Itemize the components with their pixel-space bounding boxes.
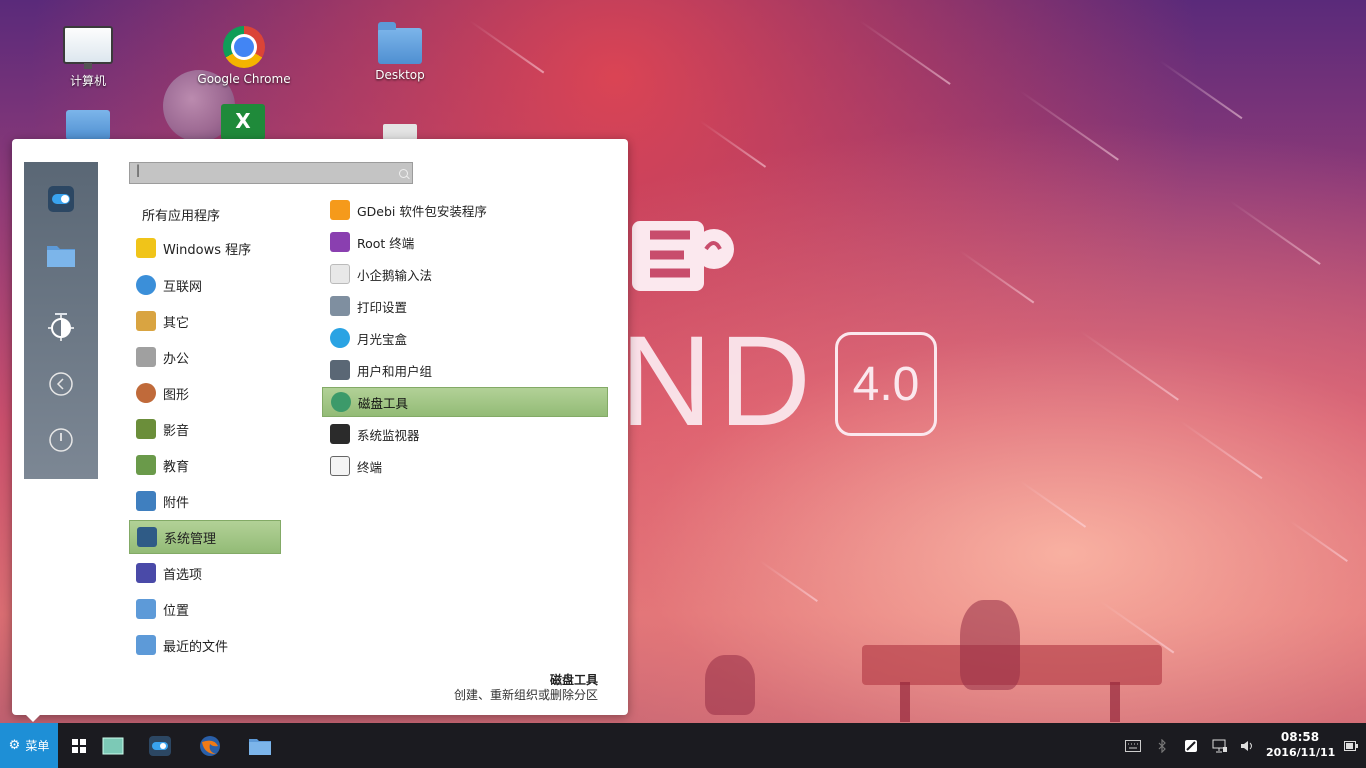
app-disk-utility[interactable]: 磁盘工具 xyxy=(322,387,608,417)
app-terminal[interactable]: 终端 xyxy=(322,451,608,481)
category-internet[interactable]: 互联网 xyxy=(129,268,281,302)
power-icon[interactable] xyxy=(46,425,76,455)
wine-icon xyxy=(136,238,156,258)
app-system-monitor[interactable]: 系统监视器 xyxy=(322,419,608,449)
places-icon xyxy=(136,599,156,619)
multimedia-icon xyxy=(136,419,156,439)
back-icon[interactable] xyxy=(46,369,76,399)
show-windows-icon[interactable] xyxy=(64,731,94,761)
users-icon xyxy=(330,360,350,380)
printer-icon xyxy=(330,296,350,316)
wallpaper-brand-text: ND xyxy=(620,310,817,453)
battery-icon[interactable] xyxy=(1342,737,1360,755)
nd-logo-icon xyxy=(632,221,734,291)
category-recent-files[interactable]: 最近的文件 xyxy=(129,628,281,662)
application-menu: | 所有应用程序 Windows 程序 互联网 其它 办公 图形 影音 教育 附… xyxy=(12,139,628,722)
category-preferences[interactable]: 首选项 xyxy=(129,556,281,590)
clock-date: 2016/11/11 xyxy=(1266,746,1336,759)
misc-icon xyxy=(136,311,156,331)
start-menu-button[interactable]: ⚙ 菜单 xyxy=(0,723,58,768)
folder-icon xyxy=(345,22,455,64)
accessories-icon xyxy=(136,491,156,511)
clock-time: 08:58 xyxy=(1280,730,1320,744)
system-settings-icon[interactable] xyxy=(46,184,76,214)
desktop-icon-desktop-folder[interactable]: Desktop xyxy=(345,22,455,82)
computer-icon xyxy=(33,26,143,69)
disk-icon xyxy=(331,392,351,412)
menu-search-input[interactable]: | xyxy=(129,162,413,184)
terminal-icon xyxy=(330,456,350,476)
education-icon xyxy=(136,455,156,475)
office-icon xyxy=(136,347,156,367)
system-admin-icon xyxy=(137,527,157,547)
keyboard-icon[interactable] xyxy=(1124,737,1142,755)
desktop-icon-chrome[interactable]: Google Chrome xyxy=(189,26,299,86)
volume-icon[interactable] xyxy=(1239,737,1257,755)
globe-icon xyxy=(136,275,156,295)
category-accessories[interactable]: 附件 xyxy=(129,484,281,518)
desktop-icon-computer[interactable]: 计算机 xyxy=(33,26,143,89)
app-users-groups[interactable]: 用户和用户组 xyxy=(322,355,608,385)
fcitx-icon xyxy=(330,264,350,284)
chrome-icon xyxy=(189,26,299,68)
menu-sidebar xyxy=(24,162,98,479)
network-icon[interactable] xyxy=(1211,737,1229,755)
category-other[interactable]: 其它 xyxy=(129,304,281,338)
system-monitor-icon xyxy=(330,424,350,444)
folder-icon[interactable] xyxy=(46,240,76,270)
home-folder-icon[interactable] xyxy=(66,110,110,140)
category-places[interactable]: 位置 xyxy=(129,592,281,626)
category-office[interactable]: 办公 xyxy=(129,340,281,374)
app-gdebi[interactable]: GDebi 软件包安装程序 xyxy=(322,195,608,225)
category-graphics[interactable]: 图形 xyxy=(129,376,281,410)
gdebi-icon xyxy=(330,200,350,220)
system-settings-taskbar-icon[interactable] xyxy=(145,731,175,761)
category-system-admin[interactable]: 系统管理 xyxy=(129,520,281,554)
search-icon xyxy=(399,169,408,178)
graphics-icon xyxy=(136,383,156,403)
desktop-icon-label: Desktop xyxy=(375,68,425,82)
app-printer-settings[interactable]: 打印设置 xyxy=(322,291,608,321)
category-windows-programs[interactable]: Windows 程序 xyxy=(129,231,281,265)
recent-files-icon xyxy=(136,635,156,655)
bluetooth-icon[interactable] xyxy=(1153,737,1171,755)
firefox-icon[interactable] xyxy=(195,731,225,761)
app-description-text: 创建、重新组织或删除分区 xyxy=(453,688,598,702)
app-root-terminal[interactable]: Root 终端 xyxy=(322,227,608,257)
file-manager-icon[interactable] xyxy=(245,731,275,761)
spreadsheet-icon[interactable]: X xyxy=(221,104,265,140)
category-multimedia[interactable]: 影音 xyxy=(129,412,281,446)
device-icon[interactable] xyxy=(383,124,417,140)
all-applications-link[interactable]: 所有应用程序 xyxy=(142,205,220,224)
backup-icon xyxy=(330,328,350,348)
screen-capture-icon[interactable] xyxy=(1182,737,1200,755)
root-terminal-icon xyxy=(330,232,350,252)
show-desktop-icon[interactable] xyxy=(98,731,128,761)
category-education[interactable]: 教育 xyxy=(129,448,281,482)
wallpaper-version-badge: 4.0 xyxy=(835,332,937,436)
taskbar: ⚙ 菜单 08:58 2016/11/11 xyxy=(0,723,1366,768)
brightness-icon[interactable] xyxy=(46,313,76,343)
gear-icon: ⚙ xyxy=(8,738,21,753)
clock[interactable]: 08:58 2016/11/11 xyxy=(1266,730,1336,760)
app-fcitx[interactable]: 小企鹅输入法 xyxy=(322,259,608,289)
desktop-icon-label: 计算机 xyxy=(69,74,106,88)
desktop-icon-label: Google Chrome xyxy=(197,72,291,86)
preferences-icon xyxy=(136,563,156,583)
app-backup[interactable]: 月光宝盒 xyxy=(322,323,608,353)
